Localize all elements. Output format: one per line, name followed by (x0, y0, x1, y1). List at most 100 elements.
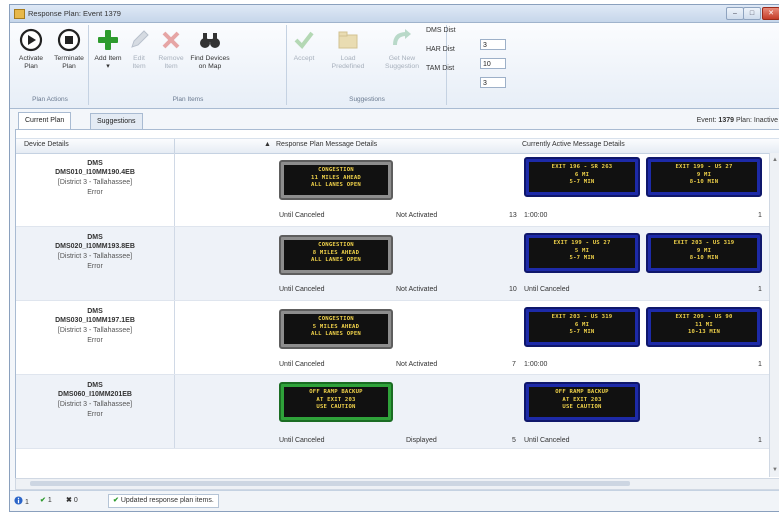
device-district: [District 3 - Tallahassee] (57, 179, 133, 186)
device-name: DMS060_I10MM201EB (58, 391, 132, 398)
get-new-suggestion-button[interactable]: Get New Suggestion (382, 27, 422, 71)
accept-button[interactable]: Accept (290, 27, 318, 63)
device-type: DMS (87, 308, 103, 315)
sign-line: EXIT 203 - US 319 (551, 314, 613, 320)
sign-face: EXIT 209 - US 90 11 MI 10-13 MIN (651, 312, 757, 342)
sign-line: USE CAUTION (316, 404, 356, 411)
table-row[interactable]: DMS DMS060_I10MM201EB [District 3 - Tall… (16, 375, 770, 449)
accept-label: Accept (293, 55, 315, 62)
har-dist-label: HAR Dist (426, 46, 455, 53)
app-icon (14, 9, 25, 19)
sign-line: CONGESTION (318, 316, 354, 322)
sign-line: 9 MI (696, 171, 712, 178)
sign-line: 5-7 MIN (569, 179, 595, 186)
close-button[interactable]: ✕ (762, 7, 779, 20)
device-district: [District 3 - Tallahassee] (57, 327, 133, 334)
plan-actions-label: Plan Actions (32, 96, 68, 103)
scroll-thumb[interactable] (30, 481, 630, 486)
checkmark-icon (294, 31, 314, 50)
minimize-button[interactable]: – (726, 7, 744, 20)
active-message-header[interactable]: Currently Active Message Details (522, 141, 625, 148)
active-dms-sign[interactable]: EXIT 203 - US 319 9 MI 8-10 MIN (646, 233, 762, 273)
active-count: 1 (758, 212, 762, 219)
grid-header: Device Details ▲ Response Plan Message D… (16, 138, 779, 154)
sign-line: AT EXIT 203 (316, 396, 356, 403)
plan-dms-sign[interactable]: CONGESTION 8 MILES AHEAD ALL LANES OPEN (279, 235, 393, 275)
edit-item-button[interactable]: Edit Item (126, 27, 152, 71)
active-count: 1 (758, 286, 762, 293)
plan-items-label: Plan Items (172, 96, 204, 103)
sign-line: EXIT 199 - US 27 (553, 240, 611, 246)
sign-face: OFF RAMP BACKUP AT EXIT 203 USE CAUTION (529, 387, 635, 417)
sign-line: ALL LANES OPEN (311, 331, 361, 338)
tab-current-plan[interactable]: Current Plan (18, 112, 72, 129)
event-number: 1379 (718, 117, 734, 124)
sign-line: ALL LANES OPEN (311, 257, 361, 264)
table-row[interactable]: DMS DMS030_I10MM197.1EB [District 3 - Ta… (16, 301, 770, 375)
scroll-down-icon[interactable]: ▼ (772, 467, 778, 473)
sign-line: 5 MILES AHEAD (312, 323, 360, 330)
plan-label: Plan: (735, 117, 752, 124)
active-dms-sign[interactable]: EXIT 196 - SR 263 6 MI 5-7 MIN (524, 157, 640, 197)
sign-face: EXIT 196 - SR 263 6 MI 5-7 MIN (529, 162, 635, 192)
sign-line: 11 MILES AHEAD (311, 174, 361, 181)
info-count: 1 (24, 499, 29, 506)
find-devices-button[interactable]: Find Devices on Map (190, 27, 230, 71)
column-divider (174, 139, 175, 153)
har-dist-input[interactable]: 10 (480, 58, 506, 69)
active-dms-sign[interactable]: EXIT 199 - US 27 9 MI 8-10 MIN (646, 157, 762, 197)
info-status[interactable]: 1 (14, 496, 29, 506)
sign-face: CONGESTION 11 MILES AHEAD ALL LANES OPEN (284, 165, 388, 195)
dms-dist-input[interactable]: 3 (480, 39, 506, 50)
response-plan-window: Response Plan: Event 1379 – □ ✕ Activate… (9, 4, 779, 512)
load-predefined-label: Load Predefined (331, 55, 365, 70)
edit-item-label: Edit Item (132, 55, 146, 70)
table-row[interactable]: DMS DMS010_I10MM190.4EB [District 3 - Ta… (16, 153, 770, 227)
active-duration: 1:00:00 (524, 361, 548, 368)
active-dms-sign[interactable]: EXIT 199 - US 27 5 MI 5-7 MIN (524, 233, 640, 273)
suggestions-group: Accept Load Predefined Get New Suggestio… (288, 25, 456, 105)
plan-dms-sign[interactable]: CONGESTION 5 MILES AHEAD ALL LANES OPEN (279, 309, 393, 349)
scroll-up-icon[interactable]: ▲ (772, 157, 778, 163)
load-predefined-button[interactable]: Load Predefined (328, 27, 368, 71)
ribbon-toolbar: Activate Plan Terminate Plan Plan Action… (10, 23, 779, 109)
plus-icon (98, 30, 118, 50)
active-dms-sign[interactable]: EXIT 209 - US 90 11 MI 10-13 MIN (646, 307, 762, 347)
close-icon: ✕ (768, 10, 774, 17)
error-count: 0 (73, 497, 78, 504)
device-details-header[interactable]: Device Details (24, 141, 69, 148)
folder-icon (338, 31, 358, 49)
vertical-scrollbar[interactable]: ▲ ▼ (769, 153, 779, 477)
remove-item-button[interactable]: Remove Item (156, 27, 186, 71)
device-district: [District 3 - Tallahassee] (57, 401, 133, 408)
plan-actions-group: Activate Plan Terminate Plan Plan Action… (12, 25, 89, 105)
active-dms-sign[interactable]: OFF RAMP BACKUP AT EXIT 203 USE CAUTION (524, 382, 640, 422)
table-row[interactable]: DMS DMS020_I10MM193.8EB [District 3 - Ta… (16, 227, 770, 301)
status-bar: 1 ✔ 1 ✖ 0 ✔ Updated response plan items. (10, 490, 779, 511)
tab-row: Current Plan Suggestions Event: 1379 Pla… (10, 109, 779, 129)
sign-line: 6 MI (574, 171, 590, 178)
plan-dms-sign[interactable]: OFF RAMP BACKUP AT EXIT 203 USE CAUTION (279, 382, 393, 422)
active-dms-sign[interactable]: EXIT 203 - US 319 6 MI 5-7 MIN (524, 307, 640, 347)
device-cell: DMS DMS030_I10MM197.1EB [District 3 - Ta… (16, 301, 175, 374)
tam-dist-input[interactable]: 3 (480, 77, 506, 88)
plan-dms-sign[interactable]: CONGESTION 11 MILES AHEAD ALL LANES OPEN (279, 160, 393, 200)
sort-arrow-icon[interactable]: ▲ (264, 141, 271, 148)
sign-line: 11 MI (695, 321, 713, 328)
sign-face: OFF RAMP BACKUP AT EXIT 203 USE CAUTION (284, 387, 388, 417)
terminate-plan-button[interactable]: Terminate Plan (52, 27, 86, 71)
ok-status[interactable]: ✔ 1 (40, 496, 52, 504)
horizontal-scrollbar[interactable] (15, 478, 779, 490)
response-plan-header[interactable]: Response Plan Message Details (276, 141, 377, 148)
error-status[interactable]: ✖ 0 (66, 496, 78, 504)
sign-line: CONGESTION (318, 167, 354, 173)
tab-suggestions[interactable]: Suggestions (90, 113, 143, 129)
sign-line: 8-10 MIN (689, 179, 719, 186)
maximize-button[interactable]: □ (743, 7, 761, 20)
sign-line: 5-7 MIN (569, 329, 595, 336)
device-district: [District 3 - Tallahassee] (57, 253, 133, 260)
title-bar: Response Plan: Event 1379 – □ ✕ (10, 5, 779, 23)
add-item-button[interactable]: Add Item ▾ (92, 27, 124, 71)
device-status: Error (87, 189, 103, 196)
activate-plan-button[interactable]: Activate Plan (16, 27, 46, 71)
